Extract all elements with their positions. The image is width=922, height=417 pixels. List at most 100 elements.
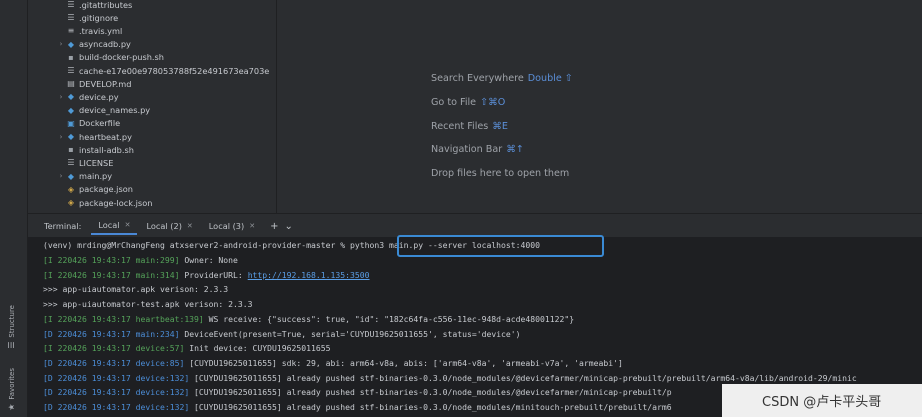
tree-item[interactable]: ▪ install-adb.sh: [56, 143, 134, 156]
editor-empty-state: Search Everywhere Double ⇧ Go to File ⇧⌘O Re…: [277, 0, 922, 213]
json-icon: ◈: [67, 184, 75, 194]
tree-item[interactable]: ☰ LICENSE: [56, 156, 113, 169]
terminal-text: DeviceEvent(present=True, serial='CUYDU1…: [179, 328, 521, 339]
terminal-tab-local-3[interactable]: Local (3) ✕: [202, 218, 262, 234]
tree-item[interactable]: › ◆ heartbeat.py: [56, 130, 132, 143]
python-file-icon: ◆: [67, 105, 75, 115]
tree-item-label: cache-e17e00e978053788f52e491673ea703e: [79, 65, 270, 76]
go-to-file-hint: Go to File ⇧⌘O: [431, 97, 505, 108]
tree-item[interactable]: ▤ DEVELOP.md: [56, 77, 131, 90]
terminal-tab-local-2[interactable]: Local (2) ✕: [139, 218, 199, 234]
project-tree: ☰ .gitattributes ☰ .gitignore ≡ .travis.yml › ◆…: [28, 0, 276, 213]
yaml-icon: ≡: [67, 26, 75, 36]
terminal-line: [D 220426 19:43:17 device:85] [CUYDU1962…: [43, 356, 623, 370]
terminal-text: [D 220426 19:43:17 device:132]: [43, 402, 190, 412]
hint-shortcut: Double ⇧: [527, 73, 573, 84]
terminal-text: [CUYDU19625011655] sdk: 29, abi: arm64-v…: [184, 357, 623, 368]
python-folder-icon: ◆: [67, 39, 75, 49]
tree-item[interactable]: ◈ package-lock.json: [56, 196, 152, 209]
python-folder-icon: ◆: [67, 132, 75, 141]
drop-files-hint: Drop files here to open them: [431, 168, 573, 179]
tree-item[interactable]: › ◆ device.py: [56, 90, 119, 103]
favorites-tab-label: Favorites: [8, 368, 16, 400]
terminal-text: WS receive: {"success": true, "id": "182…: [203, 313, 575, 324]
hint-shortcut: ⇧⌘O: [480, 96, 506, 108]
tree-item-label: Dockerfile: [79, 118, 121, 129]
terminal-tab-local[interactable]: Local ✕: [91, 217, 138, 235]
tree-item-label: device_names.py: [79, 105, 151, 116]
recent-files-hint: Recent Files ⌘E: [431, 121, 508, 132]
tree-item[interactable]: ≡ .travis.yml: [56, 24, 123, 37]
hint-shortcut: ⌘E: [492, 120, 508, 132]
chevron-right-icon[interactable]: ›: [56, 172, 66, 180]
terminal-line: [I 220426 19:43:17 main:299] Owner: None: [43, 253, 238, 267]
terminal-line: >>> app-uiautomator-test.apk verison: 2.…: [43, 297, 253, 311]
terminal-text: >>> app-uiautomator.apk verison: 2.3.3: [43, 284, 229, 295]
new-terminal-button[interactable]: +: [270, 221, 278, 232]
shell-icon: ▪: [68, 52, 74, 62]
tree-item[interactable]: ▣ Dockerfile: [56, 117, 120, 130]
favorites-tab[interactable]: ★ Favorites: [4, 368, 20, 412]
terminal-text: >>> app-uiautomator-test.apk verison: 2.…: [43, 299, 253, 310]
terminal-line: [I 220426 19:43:17 main:314] ProviderURL…: [43, 268, 370, 282]
tree-item-label: package.json: [79, 184, 133, 195]
tool-window-strip: ☰ Structure ★ Favorites: [0, 0, 28, 417]
terminal-menu-chevron-icon[interactable]: ⌄: [284, 221, 292, 232]
terminal-line: >>> app-uiautomator.apk verison: 2.3.3: [43, 282, 228, 296]
tree-item[interactable]: ◆ device_names.py: [56, 104, 150, 117]
docker-icon: ▣: [67, 118, 75, 128]
tree-item-label: LICENSE: [79, 157, 114, 168]
terminal-line: [D 220426 19:43:17 device:132] [CUYDU196…: [43, 371, 857, 385]
tree-item[interactable]: ▪ build-docker-push.sh: [56, 51, 164, 64]
tree-item[interactable]: ☰ .gitattributes: [56, 0, 132, 11]
file-icon: ☰: [67, 13, 75, 23]
provider-url-link[interactable]: http://192.168.1.135:3500: [248, 270, 370, 280]
tree-item[interactable]: ☰ .gitignore: [56, 11, 118, 24]
json-icon: ◈: [67, 198, 75, 207]
structure-tab-label: Structure: [8, 305, 16, 338]
terminal-text: [I 220426 19:43:17 main:299]: [43, 255, 180, 265]
terminal-text: [D 220426 19:43:17 main:234]: [43, 328, 180, 339]
tree-item-label: DEVELOP.md: [79, 78, 132, 89]
terminal-text: [CUYDU19625011655] already pushed stf-bi…: [189, 387, 672, 398]
tree-item-label: .gitignore: [79, 12, 119, 23]
file-icon: ☰: [67, 158, 75, 168]
terminal-line: [D 220426 19:43:17 device:132] [CUYDU196…: [43, 400, 672, 414]
search-everywhere-hint: Search Everywhere Double ⇧: [431, 73, 573, 84]
hint-text: Navigation Bar: [431, 144, 503, 156]
chevron-right-icon[interactable]: ›: [56, 40, 66, 48]
tree-item[interactable]: › ◆ asyncadb.py: [56, 38, 131, 51]
close-icon[interactable]: ✕: [187, 222, 193, 230]
terminal-tab-label: Local: [98, 220, 120, 230]
close-icon[interactable]: ✕: [249, 222, 255, 230]
terminal-prompt: (venv) mrding@MrChangFeng atxserver2-and…: [43, 240, 350, 250]
tree-item[interactable]: ◈ package.json: [56, 183, 133, 196]
python-folder-icon: ◆: [67, 92, 75, 102]
terminal-text: [I 220426 19:43:17 device:57]: [43, 343, 185, 354]
terminal-text: Init device: CUYDU19625011655: [184, 343, 331, 354]
tree-item-label: heartbeat.py: [79, 131, 132, 142]
terminal-text: Owner: None: [179, 255, 238, 265]
chevron-right-icon[interactable]: ›: [56, 93, 66, 101]
file-icon: ☰: [67, 0, 75, 9]
close-icon[interactable]: ✕: [125, 221, 131, 229]
csdn-watermark: CSDN @卢卡平头哥: [722, 384, 922, 417]
file-icon: ☰: [67, 66, 75, 75]
tree-item-label: install-adb.sh: [79, 144, 134, 155]
chevron-right-icon[interactable]: ›: [56, 133, 66, 141]
tree-item-label: asyncadb.py: [79, 39, 131, 50]
star-icon: ★: [7, 402, 17, 412]
tree-item[interactable]: ☰ cache-e17e00e978053788f52e491673ea703e: [56, 64, 269, 77]
hint-text: Search Everywhere: [431, 73, 524, 84]
terminal-tab-label: Local (3): [208, 221, 245, 231]
terminal-text: [D 220426 19:43:17 device:85]: [43, 357, 185, 368]
terminal-line: [I 220426 19:43:17 heartbeat:139] WS rec…: [43, 312, 574, 326]
tree-item[interactable]: › ◆ main.py: [56, 170, 113, 183]
python-folder-icon: ◆: [67, 171, 75, 181]
tree-item-label: package-lock.json: [79, 197, 153, 208]
terminal-text: [I 220426 19:43:17 heartbeat:139]: [43, 313, 204, 324]
terminal-text: [D 220426 19:43:17 device:132]: [43, 387, 190, 398]
structure-tab[interactable]: ☰ Structure: [4, 305, 20, 350]
hint-text: Recent Files: [431, 120, 489, 132]
terminal-text: ProviderURL:: [179, 269, 248, 280]
